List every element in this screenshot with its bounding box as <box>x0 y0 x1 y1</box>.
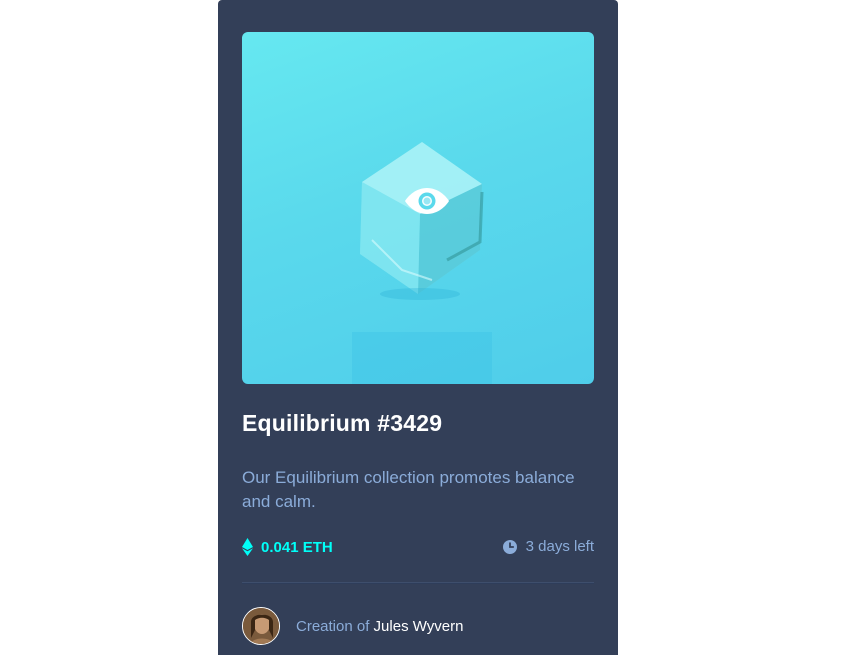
card-description: Our Equilibrium collection promotes bala… <box>242 468 575 511</box>
ethereum-icon <box>242 538 253 556</box>
divider <box>242 582 594 584</box>
creator-text: Creation of Jules Wyvern <box>296 618 463 635</box>
card-title[interactable]: Equilibrium #3429 <box>242 410 442 437</box>
creator-name[interactable]: Jules Wyvern <box>374 618 464 635</box>
nft-image[interactable] <box>242 32 594 384</box>
eye-icon <box>405 188 449 214</box>
price-value: 0.041 ETH <box>261 538 333 556</box>
creator-info: Creation of Jules Wyvern <box>242 607 463 645</box>
time-left-value: 3 days left <box>525 538 594 555</box>
price-info: 0.041 ETH <box>242 538 333 556</box>
creator-prefix: Creation of <box>296 617 370 635</box>
nft-card: Equilibrium #3429 Our Equilibrium collec… <box>218 0 618 655</box>
clock-icon <box>502 539 517 554</box>
time-info: 3 days left <box>502 538 594 555</box>
avatar <box>242 607 280 645</box>
